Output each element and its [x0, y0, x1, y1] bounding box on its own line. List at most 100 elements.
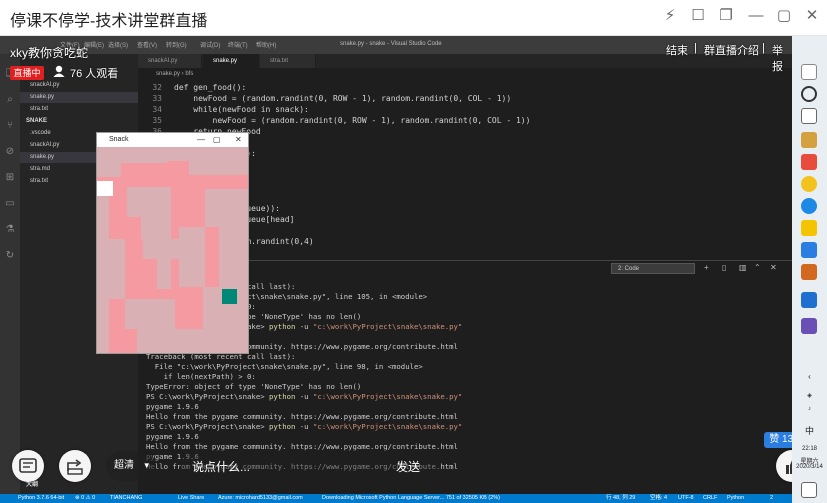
board-cell — [97, 195, 109, 353]
danmaku-button[interactable] — [12, 450, 44, 482]
extensions-icon[interactable]: ⊞ — [4, 172, 16, 184]
live-share-icon[interactable]: ↻ — [4, 250, 16, 262]
network-icon[interactable]: ◈ — [792, 392, 827, 399]
code-line[interactable]: 33 newFood = (random.randint(0, ROW - 1)… — [138, 93, 511, 104]
sticky-notes-icon[interactable] — [801, 220, 817, 236]
notification-icon[interactable] — [801, 482, 817, 498]
remote-icon[interactable]: ▭ — [4, 198, 16, 210]
office-icon[interactable] — [801, 154, 817, 170]
search-icon[interactable] — [801, 86, 817, 102]
minimize-icon[interactable]: — — [197, 133, 205, 147]
project-section-header[interactable]: SNAKE — [20, 116, 138, 127]
line-number: 32 — [152, 83, 162, 92]
divider: | — [762, 42, 765, 54]
source-control-icon[interactable]: ⑂ — [4, 120, 16, 132]
minimize-icon[interactable]: — — [748, 8, 764, 24]
menu-goto[interactable]: 转到(G) — [166, 40, 187, 49]
open-editor-item[interactable]: snackAI.py — [20, 80, 138, 91]
streamer-name: xky教你贪吃蛇 — [10, 46, 89, 60]
maximize-icon[interactable]: ▢ — [213, 133, 221, 147]
status-user[interactable]: TIANCHANG — [110, 494, 142, 503]
search-icon[interactable]: ⌕ — [4, 94, 16, 106]
report-link[interactable]: 举报 — [772, 42, 792, 74]
code-text: newFood = (random.randint(0, ROW - 1), r… — [174, 94, 512, 103]
open-editor-item[interactable]: snake.py — [20, 92, 138, 103]
status-azure[interactable]: Azure: microhard5133@gmail.com — [218, 494, 303, 503]
terminal-app-icon[interactable] — [801, 318, 817, 334]
status-eol[interactable]: CRLF — [703, 494, 717, 503]
debug-icon[interactable]: ⊘ — [4, 146, 16, 158]
tray-chevron-icon[interactable]: ‹ — [792, 372, 827, 381]
terminal-line: pygame 1.9.6 — [146, 402, 199, 411]
chat-input[interactable]: 说点什么... 发送 — [180, 450, 440, 482]
viewer-icon — [53, 65, 65, 77]
trash-icon[interactable]: ▥ — [739, 263, 747, 272]
snake-game-window[interactable]: Snack — ▢ ✕ — [96, 132, 249, 354]
code-line[interactable]: 35 newFood = (random.randint(0, ROW - 1)… — [138, 115, 530, 126]
status-python[interactable]: Python 3.7.6 64-bit — [18, 494, 64, 503]
breadcrumb[interactable]: snake.py › bfs — [138, 68, 792, 80]
copy-icon[interactable]: ❐ — [718, 8, 734, 24]
group-intro-link[interactable]: 群直播介绍 — [704, 42, 759, 58]
share-button[interactable] — [59, 450, 91, 482]
open-editor-item[interactable]: stra.txt — [20, 104, 138, 115]
status-position[interactable]: 行 48, 列 29 — [606, 494, 635, 503]
qq-live-icon[interactable] — [801, 242, 817, 258]
status-encoding[interactable]: UTF-8 — [678, 494, 694, 503]
status-live-share[interactable]: Live Share — [178, 494, 204, 503]
close-panel-icon[interactable]: ✕ — [770, 263, 777, 272]
close-icon[interactable]: ✕ — [804, 8, 820, 24]
board-cell — [97, 147, 121, 177]
volume-icon[interactable]: ♪ — [792, 406, 827, 412]
edit-icon[interactable]: ☐ — [690, 8, 706, 24]
menu-selection[interactable]: 选择(S) — [108, 40, 128, 49]
status-notifications[interactable]: 2 — [770, 494, 773, 503]
board-cell — [141, 217, 171, 239]
board-cell — [121, 147, 167, 163]
edge-icon[interactable] — [801, 198, 817, 214]
tab-snackai[interactable]: snackAI.py — [138, 54, 202, 68]
end-button[interactable]: 结束 — [666, 42, 688, 58]
divider: | — [694, 42, 697, 54]
close-icon[interactable]: ✕ — [235, 133, 242, 147]
board-cell — [157, 259, 171, 289]
tab-snake[interactable]: snake.py — [203, 54, 259, 68]
vscode-window-title: snake.py - snake - Visual Studio Code — [340, 41, 442, 47]
code-text: newFood = (random.randint(0, ROW - 1), r… — [174, 116, 531, 125]
menu-terminal[interactable]: 终端(T) — [228, 40, 248, 49]
tab-label: snackAI.py — [148, 58, 178, 64]
code-line[interactable]: 34 while(newFood in snack): — [138, 104, 309, 115]
terminal-select[interactable]: 2: Code — [611, 263, 695, 274]
code-line[interactable]: 32 def gen_food(): — [138, 82, 246, 93]
task-view-icon[interactable] — [801, 108, 817, 124]
add-terminal-icon[interactable]: + — [704, 263, 709, 272]
tab-stra[interactable]: stra.txt — [260, 54, 316, 68]
app-icon[interactable] — [801, 264, 817, 280]
send-button[interactable]: 发送 — [396, 458, 420, 475]
test-icon[interactable]: ⚗ — [4, 224, 16, 236]
status-spaces[interactable]: 空格: 4 — [650, 494, 667, 503]
input-method-indicator[interactable]: 中 — [792, 424, 827, 437]
live-badge: 直播中 — [10, 66, 44, 80]
menu-help[interactable]: 帮助(H) — [256, 40, 276, 49]
menu-view[interactable]: 查看(V) — [137, 40, 157, 49]
chrome-icon[interactable] — [801, 176, 817, 192]
menu-debug[interactable]: 调试(D) — [200, 40, 220, 49]
lightning-icon[interactable]: ⚡ — [662, 8, 678, 24]
terminal-line: File "c:\work\PyProject\snake\snake.py",… — [146, 362, 423, 371]
split-terminal-icon[interactable]: ▯ — [722, 263, 726, 272]
quality-select[interactable]: 超清 ▼ — [106, 451, 156, 481]
clock-time[interactable]: 22:18 — [792, 446, 827, 452]
board-cell — [167, 147, 248, 161]
file-explorer-icon[interactable] — [801, 132, 817, 148]
vscode-icon[interactable] — [801, 292, 817, 308]
status-language[interactable]: Python — [727, 494, 744, 503]
status-problems[interactable]: ⊗ 0 ⚠ 0 — [75, 494, 95, 503]
line-number: 33 — [152, 94, 162, 103]
maximize-icon[interactable]: ▢ — [776, 8, 792, 24]
activity-bar: ❏ ⌕ ⑂ ⊘ ⊞ ▭ ⚗ ↻ — [0, 54, 20, 494]
maximize-panel-icon[interactable]: ⌃ — [754, 263, 761, 272]
section-title: 大纲 — [26, 482, 39, 488]
game-board — [97, 147, 248, 353]
start-icon[interactable] — [801, 64, 817, 80]
